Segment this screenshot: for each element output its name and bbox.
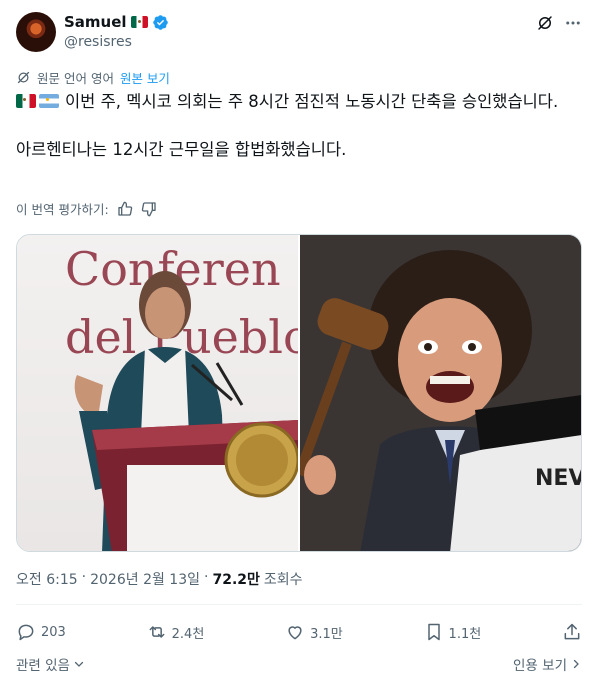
tweet-body: 이번 주, 멕시코 의회는 주 8시간 점진적 노동시간 단축을 승인했습니다.… xyxy=(16,90,582,162)
divider xyxy=(16,604,582,605)
show-original-link[interactable]: 원본 보기 xyxy=(120,68,170,87)
thumbs-down-icon[interactable] xyxy=(141,201,157,217)
view-quotes-link[interactable]: 인용 보기 xyxy=(513,654,582,674)
views-label: 조회수 xyxy=(263,572,303,588)
like-count: 3.1만 xyxy=(310,626,343,642)
tweet-meta: 오전 6:15 · 2026년 2월 13일 · 72.2만 조회수 xyxy=(16,569,303,589)
argentina-flag-icon xyxy=(39,94,59,108)
tweet-line-1: 이번 주, 멕시코 의회는 주 8시간 점진적 노동시간 단축을 승인했습니다. xyxy=(16,90,582,114)
bookmark-button[interactable]: 1.1천 xyxy=(424,622,482,642)
tweet-media[interactable]: Conferen del Pueblo NEV xyxy=(16,234,582,552)
repost-icon xyxy=(149,626,165,638)
repost-button[interactable]: 2.4천 xyxy=(147,622,205,642)
author-display-name[interactable]: Samuel xyxy=(64,13,127,31)
verified-badge-icon xyxy=(152,14,168,30)
rate-translation-label: 이 번역 평가하기: xyxy=(16,202,109,217)
tweet-text-line-1: 이번 주, 멕시코 의회는 주 8시간 점진적 노동시간 단축을 승인했습니다. xyxy=(65,92,559,111)
sign-text: NEV xyxy=(535,466,581,491)
mexico-flag-icon xyxy=(130,16,148,28)
reply-button[interactable]: 203 xyxy=(16,622,66,642)
meta-separator: · xyxy=(81,569,87,585)
heart-icon xyxy=(288,626,302,640)
action-bar: 203 2.4천 3.1만 1.1천 xyxy=(16,619,582,645)
translation-notice: 원문 언어 영어 원본 보기 xyxy=(16,68,170,86)
photo-sheinbaum-podium[interactable]: Conferen del Pueblo xyxy=(17,235,298,551)
related-dropdown[interactable]: 관련 있음 xyxy=(16,654,85,674)
view-quotes-label: 인용 보기 xyxy=(513,658,567,674)
translate-icon xyxy=(17,71,30,83)
like-button[interactable]: 3.1만 xyxy=(285,622,343,642)
tweet-time[interactable]: 오전 6:15 xyxy=(16,569,78,589)
meta-separator: · xyxy=(204,569,209,585)
repost-count: 2.4천 xyxy=(171,626,205,642)
thumbs-up-icon[interactable] xyxy=(117,201,133,217)
tweet-header: Samuel @resisres xyxy=(16,12,582,56)
author-name-row: Samuel xyxy=(64,12,169,32)
flag-emojis xyxy=(16,94,59,108)
photo-right-illustration: NEV xyxy=(300,235,581,551)
chevron-down-icon xyxy=(74,661,84,667)
share-icon xyxy=(564,623,580,640)
author-handle[interactable]: @resisres xyxy=(64,34,132,50)
reply-count: 203 xyxy=(41,624,66,640)
grok-icon[interactable] xyxy=(536,14,554,32)
translation-note: 원문 언어 영어 xyxy=(37,70,114,86)
rate-translation: 이 번역 평가하기: xyxy=(16,199,157,218)
views-count: 72.2만 xyxy=(212,572,260,588)
mexico-flag-icon xyxy=(16,94,36,108)
more-icon[interactable] xyxy=(564,14,582,32)
related-label: 관련 있음 xyxy=(16,658,70,674)
bookmark-count: 1.1천 xyxy=(448,626,482,642)
photo-milei-gavel[interactable]: NEV xyxy=(300,235,581,551)
tweet-text-line-2: 아르헨티나는 12시간 근무일을 합법화했습니다. xyxy=(16,140,347,159)
avatar[interactable] xyxy=(16,12,56,52)
chevron-right-icon xyxy=(573,659,579,669)
tweet-footer: 관련 있음 인용 보기 xyxy=(16,654,582,674)
photo-left-illustration: Conferen del Pueblo xyxy=(65,242,298,551)
share-button[interactable] xyxy=(562,622,582,642)
reply-icon xyxy=(18,624,34,641)
tweet-date[interactable]: 2026년 2월 13일 xyxy=(90,569,200,589)
bookmark-icon xyxy=(427,623,440,641)
